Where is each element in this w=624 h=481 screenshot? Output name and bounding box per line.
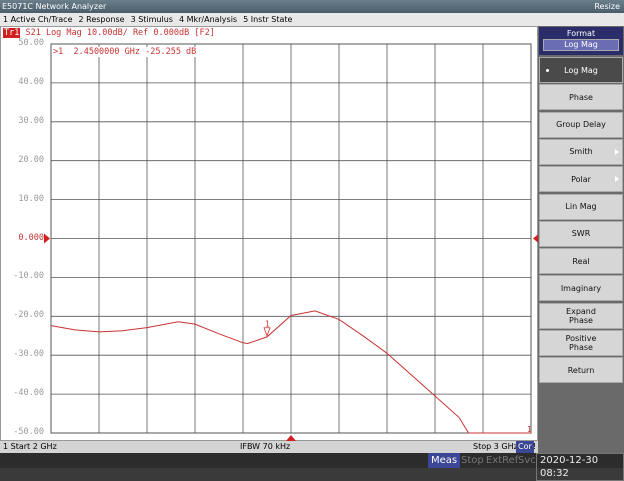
submenu-arrow-icon [615,148,619,155]
softkey-label: Expand Phase [566,306,596,325]
correction-badge: Cor [516,441,534,453]
y-tick-label: -10.00 [13,271,44,282]
softkey-label: Imaginary [560,283,602,293]
softkey-polar[interactable]: Polar [539,166,623,193]
current-format: Log Mag [543,39,619,51]
window-title: E5071C Network Analyzer [2,2,107,11]
softkey-label: Lin Mag [565,202,597,211]
y-tick-label: -50.00 [13,427,44,437]
softkey-log-mag[interactable]: Log Mag [539,57,623,83]
trace-header: Tr1 S21 Log Mag 10.00dB/ Ref 0.000dB [F2… [3,28,215,38]
menu-item[interactable]: 3 Stimulus [131,13,173,26]
menu-item[interactable]: 5 Instr State [243,13,292,26]
datetime: 2020-12-30 08:32 [536,453,624,481]
title-bar: E5071C Network Analyzer Resize [0,0,624,13]
y-tick-label: 40.00 [18,76,44,87]
y-tick-label: -40.00 [13,388,44,399]
softkey-label: Group Delay [556,120,606,130]
softkey-label: SWR [571,229,591,239]
trace-end-label: 1 [527,425,532,434]
channel-window: 11 Tr1 S21 Log Mag 10.00dB/ Ref 0.000dB … [0,26,539,441]
softkey-label: Return [567,365,595,375]
marker-readout: >1 2.4500000 GHz -25.255 dB [53,47,197,57]
menu-title: Format [566,29,596,38]
channel-status-bar: 1 Start 2 GHz IFBW 70 kHz Stop 3 GHz Cor… [0,441,538,453]
menu-bar: 1 Active Ch/Trace 2 Response 3 Stimulus 4 M… [0,13,538,26]
y-tick-label: 30.00 [18,115,44,126]
softkey-label: Smith [569,147,593,157]
warning-indicator: ! [533,442,537,451]
marker-label: 1 [265,320,270,329]
menu-item[interactable]: 2 Response [79,13,125,26]
trace-id[interactable]: Tr1 [3,28,21,38]
y-tick-label: -20.00 [13,310,44,321]
softkey-swr[interactable]: SWR [539,220,623,247]
ref-level-left-arrow-icon [44,233,50,244]
selected-dot-icon [546,69,549,72]
softkey-smith[interactable]: Smith [539,138,623,165]
softkey-panel: Format Log Mag Log Mag Phase Group Delay Smi… [538,26,624,453]
meas-status: Meas [428,453,461,468]
resize-area [538,13,624,26]
softkey-group-delay[interactable]: Group Delay [539,111,623,138]
softkey-lin-mag[interactable]: Lin Mag [539,193,623,220]
submenu-arrow-icon [615,176,619,183]
y-tick-label: 20.00 [18,154,44,165]
menu-item[interactable]: 1 Active Ch/Trace [3,13,73,26]
softkey-label: Polar [571,174,591,184]
y-tick-label: 10.00 [18,193,44,204]
resize-label[interactable]: Resize [594,0,620,13]
stop-frequency[interactable]: Stop 3 GHz [473,441,518,453]
start-frequency[interactable]: 1 Start 2 GHz [3,441,57,453]
softkey-real[interactable]: Real [539,248,623,275]
plot-area: 11 [44,43,539,441]
softkey-title: Format Log Mag [539,27,623,55]
y-tick-label: 50.00 [18,38,44,48]
instrument-status-bar: Meas Stop ExtRef Svc 2020-12-30 08:32 [0,453,624,481]
softkey-return[interactable]: Return [539,357,623,384]
y-tick-label: -30.00 [13,349,44,360]
softkey-positive-phase[interactable]: Positive Phase [539,330,623,356]
trace-settings[interactable]: S21 Log Mag 10.00dB/ Ref 0.000dB [F2] [20,28,214,38]
softkey-phase[interactable]: Phase [539,84,623,111]
y-tick-label: 0.000 [18,232,44,243]
softkey-label: Positive Phase [565,334,597,352]
menu-item[interactable]: 4 Mkr/Analysis [179,13,237,26]
softkey-label: Real [572,256,590,266]
softkey-label: Log Mag [564,65,598,75]
softkey-label: Phase [569,92,593,102]
softkey-imaginary[interactable]: Imaginary [539,275,623,302]
ifbw[interactable]: IFBW 70 kHz [240,441,290,453]
softkey-expand-phase[interactable]: Expand Phase [539,302,623,329]
